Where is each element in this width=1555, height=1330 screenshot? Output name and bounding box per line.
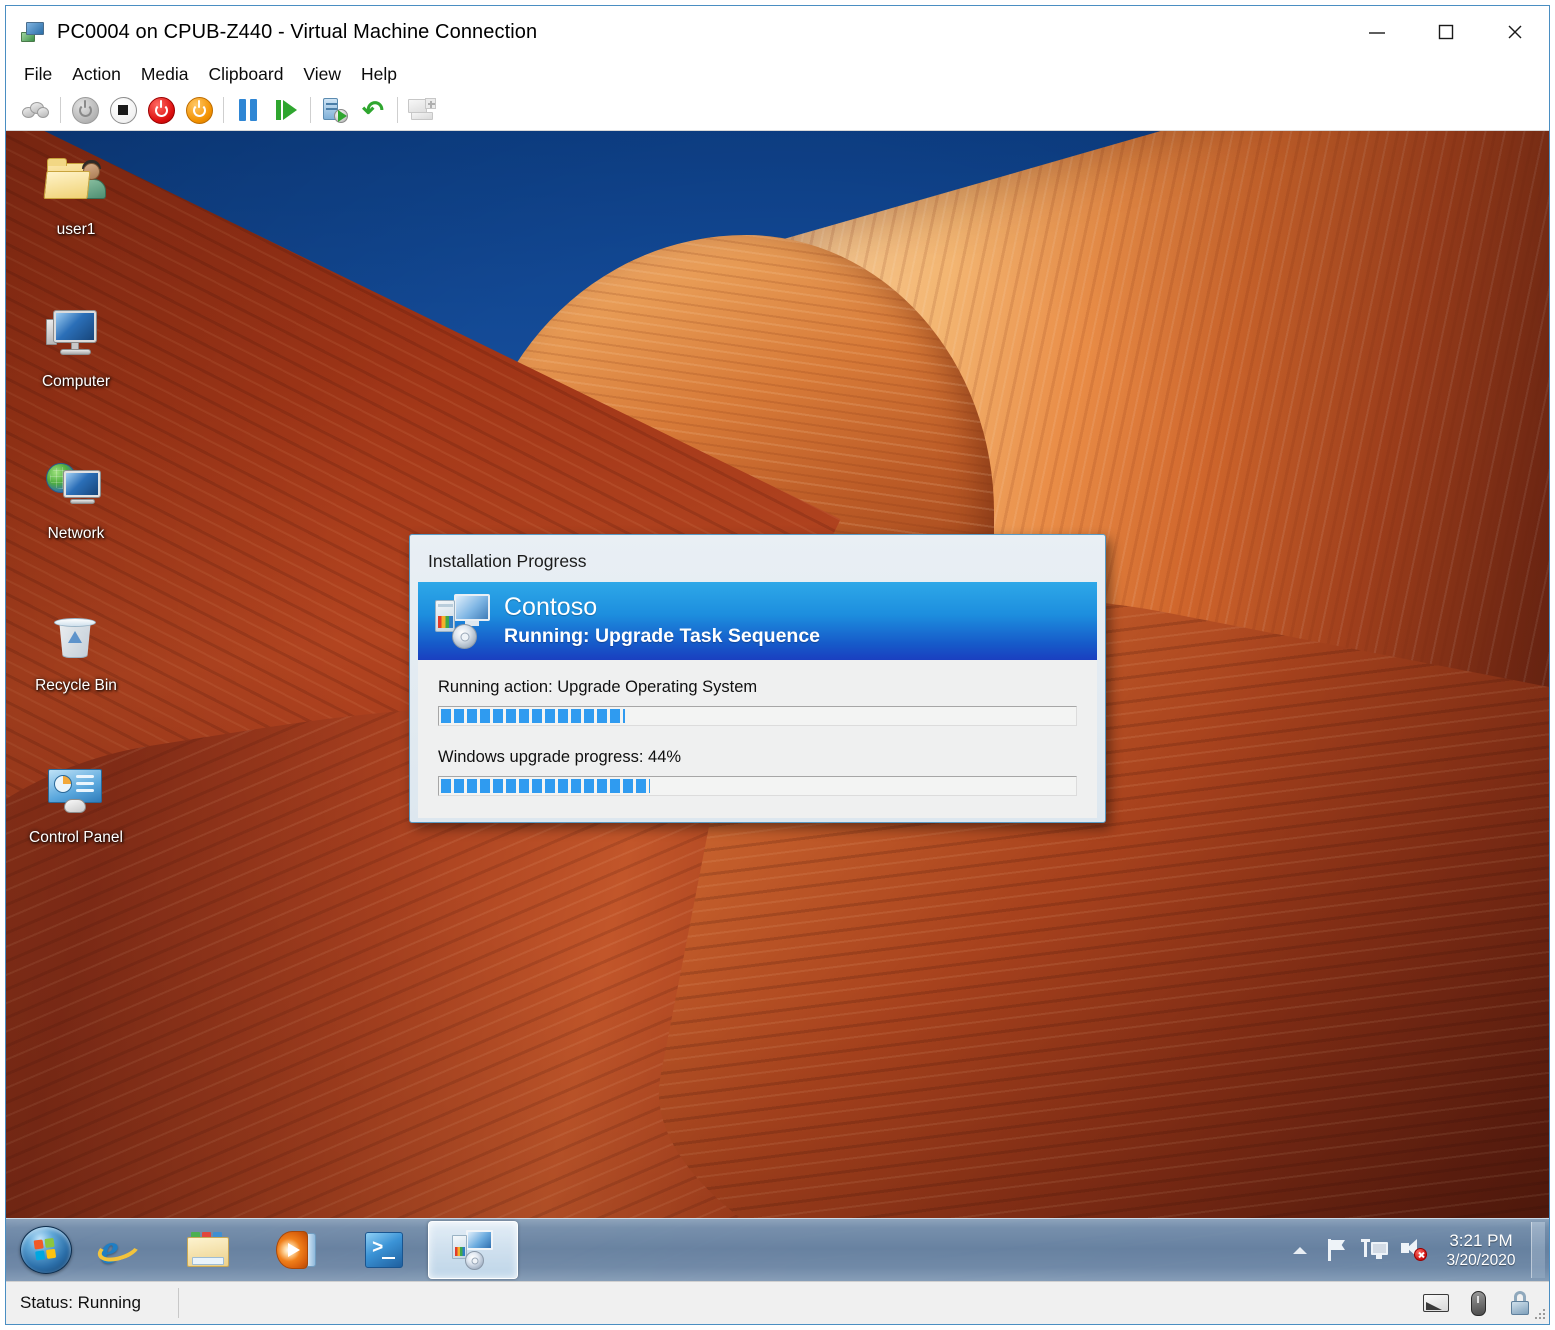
vm-screen[interactable]: user1 Computer Network Recycle Bin (6, 131, 1549, 1281)
virtual-machine-icon (21, 22, 45, 44)
computer-icon (44, 307, 108, 365)
action-progress-fill (441, 709, 625, 723)
menu-help[interactable]: Help (351, 62, 407, 88)
network-status-icon[interactable] (1357, 1230, 1395, 1270)
desktop-icon-list: user1 Computer Network Recycle Bin (20, 145, 132, 905)
desktop-icon-label: Recycle Bin (35, 677, 117, 694)
clipboard-lock-icon[interactable] (1505, 1288, 1535, 1318)
powershell-icon: > (365, 1232, 403, 1268)
revert-icon[interactable]: ↶ (354, 93, 392, 127)
task-sequence-state: Running: Upgrade Task Sequence (504, 624, 820, 648)
minimize-button[interactable] (1342, 6, 1411, 58)
turn-off-icon[interactable] (104, 93, 142, 127)
toolbar-separator (60, 97, 61, 123)
desktop-icon-control-panel[interactable]: Control Panel (20, 753, 132, 905)
window-title: PC0004 on CPUB-Z440 - Virtual Machine Co… (57, 21, 537, 44)
network-icon (44, 459, 108, 517)
recycle-bin-icon (44, 611, 108, 669)
desktop-icon-network[interactable]: Network (20, 449, 132, 601)
desktop-icon-user1[interactable]: user1 (20, 145, 132, 297)
show-desktop-button[interactable] (1531, 1222, 1545, 1278)
clock-time: 3:21 PM (1449, 1230, 1512, 1251)
toolbar-separator (397, 97, 398, 123)
system-tray: 3:21 PM 3/20/2020 (1281, 1222, 1549, 1278)
desktop-icon-label: user1 (57, 221, 96, 238)
control-panel-icon (44, 763, 108, 821)
menu-media[interactable]: Media (131, 62, 199, 88)
start-orb[interactable] (16, 1222, 76, 1278)
ctrl-alt-delete-icon[interactable] (17, 93, 55, 127)
internet-explorer-icon: e (100, 1230, 140, 1270)
running-action-label: Running action: Upgrade Operating System (438, 678, 1077, 697)
clock[interactable]: 3:21 PM 3/20/2020 (1433, 1222, 1529, 1278)
status-divider (178, 1288, 179, 1318)
desktop-icon-label: Network (48, 525, 105, 542)
windows-logo-icon (34, 1238, 59, 1263)
menu-clipboard[interactable]: Clipboard (199, 62, 294, 88)
resize-grip[interactable] (1534, 1309, 1546, 1321)
dialog-title: Installation Progress (418, 543, 1097, 582)
menu-file[interactable]: File (20, 62, 62, 88)
status-text: Status: Running (6, 1293, 178, 1313)
upgrade-progress-label: Windows upgrade progress: 44% (438, 748, 1077, 767)
action-progress-bar (438, 706, 1077, 726)
checkpoint-icon[interactable] (316, 93, 354, 127)
show-hidden-icons-arrow[interactable] (1281, 1230, 1319, 1270)
enhanced-session-icon[interactable] (403, 93, 441, 127)
upgrade-progress-fill (441, 779, 650, 793)
taskbar-powershell[interactable]: > (340, 1222, 428, 1278)
dialog-body: Running action: Upgrade Operating System… (418, 660, 1097, 818)
menu-bar: File Action Media Clipboard View Help (6, 59, 1549, 90)
status-bar: Status: Running (6, 1281, 1549, 1324)
mouse-capture-icon[interactable] (1463, 1288, 1493, 1318)
volume-muted-icon[interactable] (1395, 1230, 1433, 1270)
menu-action[interactable]: Action (62, 62, 131, 88)
window-titlebar[interactable]: PC0004 on CPUB-Z440 - Virtual Machine Co… (6, 6, 1549, 59)
taskbar-installation-progress[interactable] (428, 1221, 518, 1279)
sccm-software-center-icon (434, 593, 492, 649)
maximize-button[interactable] (1411, 6, 1480, 58)
action-center-flag-icon[interactable] (1319, 1230, 1357, 1270)
start-icon[interactable] (66, 93, 104, 127)
clock-date: 3/20/2020 (1447, 1251, 1516, 1270)
toolbar: ↶ (6, 90, 1549, 131)
reset-icon[interactable] (267, 93, 305, 127)
taskbar-file-explorer[interactable] (164, 1222, 252, 1278)
installation-progress-dialog[interactable]: Installation Progress Contoso Running: U… (409, 534, 1106, 823)
shut-down-icon[interactable] (142, 93, 180, 127)
menu-view[interactable]: View (293, 62, 351, 88)
desktop-icon-label: Control Panel (29, 829, 123, 846)
task-sequence-progress-icon (452, 1230, 494, 1270)
status-icons (1421, 1288, 1549, 1318)
taskbar-media-player[interactable] (252, 1222, 340, 1278)
save-state-icon[interactable] (180, 93, 218, 127)
upgrade-progress-bar (438, 776, 1077, 796)
desktop-icon-recycle-bin[interactable]: Recycle Bin (20, 601, 132, 753)
dialog-banner: Contoso Running: Upgrade Task Sequence (418, 582, 1097, 660)
file-explorer-icon (187, 1232, 229, 1268)
pause-icon[interactable] (229, 93, 267, 127)
desktop-icon-computer[interactable]: Computer (20, 297, 132, 449)
virtual-machine-connection-window: PC0004 on CPUB-Z440 - Virtual Machine Co… (5, 5, 1550, 1325)
close-button[interactable] (1480, 6, 1549, 58)
toolbar-separator (223, 97, 224, 123)
organization-name: Contoso (504, 593, 820, 622)
desktop-icon-label: Computer (42, 373, 110, 390)
window-controls (1342, 6, 1549, 58)
toolbar-separator (310, 97, 311, 123)
taskbar: e > (6, 1218, 1549, 1281)
windows-media-player-icon (276, 1231, 316, 1269)
taskbar-internet-explorer[interactable]: e (76, 1222, 164, 1278)
user-folder-icon (44, 155, 108, 213)
keyboard-capture-icon[interactable] (1421, 1288, 1451, 1318)
